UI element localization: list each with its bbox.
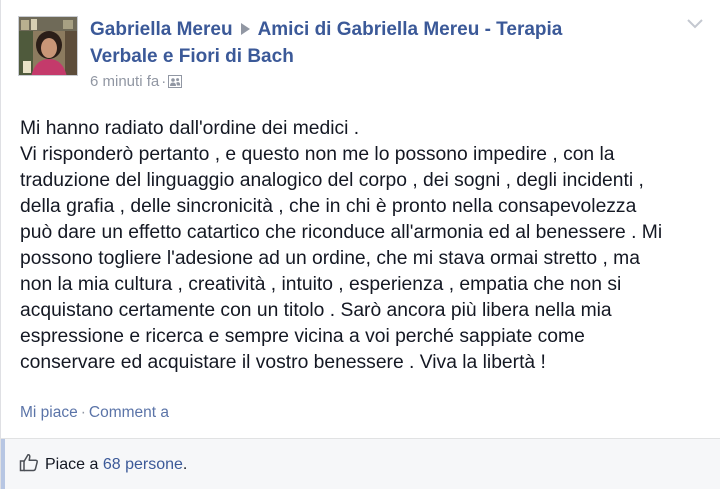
avatar-photo	[19, 17, 77, 75]
likes-summary: Piace a 68 persone.	[19, 453, 187, 479]
friends-icon[interactable]	[168, 74, 183, 94]
like-button[interactable]: Mi piace	[20, 404, 78, 421]
chevron-down-icon[interactable]	[684, 12, 706, 34]
likes-count-link[interactable]: 68 persone	[103, 456, 183, 473]
likes-bar-accent	[1, 439, 5, 489]
likes-summary-bar: Piace a 68 persone.	[1, 438, 720, 489]
facebook-post: Gabriella Mereu Amici di Gabriella Mereu …	[0, 0, 720, 489]
actions-separator: ·	[80, 404, 86, 421]
meta-separator: ·	[161, 73, 167, 90]
likes-suffix: .	[182, 456, 188, 473]
post-actions: Mi piace · Comment a	[20, 403, 169, 423]
comment-button[interactable]: Comment a	[89, 404, 169, 421]
likes-prefix: Piace a	[45, 456, 99, 473]
thumbs-up-icon[interactable]	[19, 453, 39, 479]
target-page-name[interactable]: Amici di Gabriella Mereu - Terapia	[258, 19, 563, 40]
post-header-title-line2: Verbale e Fiori di Bach	[90, 43, 660, 70]
post-header-title: Gabriella Mereu Amici di Gabriella Mereu …	[90, 16, 660, 43]
post-meta: 6 minuti fa ·	[90, 72, 660, 94]
target-page-name-continued[interactable]: Verbale e Fiori di Bach	[90, 46, 294, 67]
post-timestamp[interactable]: 6 minuti fa	[90, 73, 159, 90]
post-body: Mi hanno radiato dall'ordine dei medici …	[20, 118, 663, 373]
post-header: Gabriella Mereu Amici di Gabriella Mereu …	[90, 16, 660, 94]
arrow-right-icon	[240, 23, 250, 36]
avatar[interactable]	[18, 16, 78, 76]
author-name[interactable]: Gabriella Mereu	[90, 19, 233, 40]
